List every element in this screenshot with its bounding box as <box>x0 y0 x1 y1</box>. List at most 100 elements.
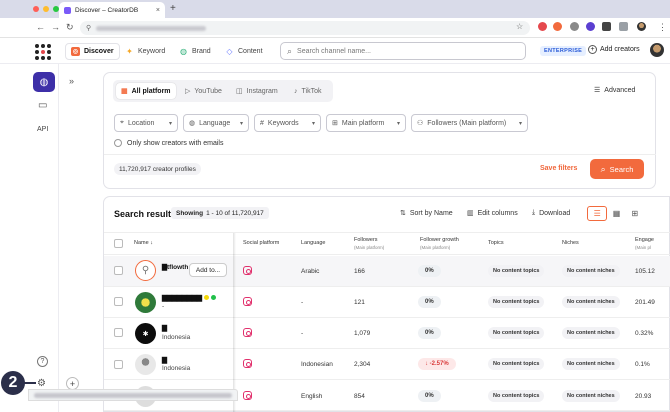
add-to-button[interactable]: Add to... <box>189 263 227 277</box>
search-button[interactable]: ⌕ Search <box>590 159 644 179</box>
creatordb-logo-icon[interactable] <box>35 44 51 60</box>
search-button-label: Search <box>609 164 634 174</box>
back-icon[interactable]: ← <box>36 22 45 32</box>
tab-label: All platform <box>131 87 171 95</box>
select-label: Main platform <box>341 119 385 127</box>
tab-close-icon[interactable]: × <box>156 7 160 14</box>
sticky-column-shadow <box>233 233 236 412</box>
language-select[interactable]: ◍ Language ▾ <box>183 114 249 132</box>
list-view-icon[interactable]: ☰ <box>587 206 608 221</box>
table-view-icon[interactable]: ▦ <box>607 206 625 221</box>
row-checkbox[interactable] <box>114 328 123 337</box>
column-name[interactable]: Name ↓ <box>134 240 153 247</box>
row-checkbox[interactable] <box>114 297 123 306</box>
tab-tiktok[interactable]: ♪ TikTok <box>289 83 326 99</box>
column-social-platform[interactable]: Social platform <box>243 240 279 247</box>
tab-youtube[interactable]: ▷ YouTube <box>180 83 227 99</box>
browser-tab-bar: Discover – CreatorDB × + <box>0 0 670 18</box>
profile-avatar-icon[interactable] <box>637 22 646 31</box>
creator-name[interactable]: ▇ <box>162 356 167 364</box>
sidepanel-icon[interactable] <box>619 22 628 31</box>
avatar[interactable]: ⚲ <box>135 260 156 281</box>
creator-name[interactable]: ▇ <box>162 324 167 332</box>
nav-tab-keyword[interactable]: ✦ Keyword <box>120 43 170 60</box>
extension-icon[interactable] <box>553 22 562 31</box>
extension-icon[interactable] <box>586 22 595 31</box>
tab-all-platform[interactable]: ▦ All platform <box>116 83 176 99</box>
column-follower-growth[interactable]: Follower growth (Main platform) <box>420 237 459 251</box>
avatar[interactable] <box>135 292 156 313</box>
address-bar[interactable]: ⚲ <box>80 21 530 35</box>
language-cell: - <box>301 330 304 337</box>
bookmark-star-icon[interactable]: ☆ <box>516 22 523 31</box>
column-niches[interactable]: Niches <box>562 240 579 247</box>
browser-menu-icon[interactable]: ⋮ <box>658 22 667 33</box>
sort-by-name-button[interactable]: ⇅ Sort by Name <box>400 209 453 218</box>
creator-location: - <box>162 303 165 310</box>
all-platform-icon: ▦ <box>121 88 128 95</box>
folder-icon[interactable]: ▭ <box>38 100 47 111</box>
help-icon[interactable]: ? <box>37 356 48 367</box>
expand-sidebar-icon[interactable]: » <box>69 76 74 86</box>
channel-search-input[interactable]: ⌕ Search channel name... <box>280 42 526 60</box>
select-all-checkbox[interactable] <box>114 239 123 248</box>
minimize-window-icon[interactable] <box>43 6 49 12</box>
brand-icon: ◍ <box>180 47 187 56</box>
user-avatar[interactable] <box>650 43 664 57</box>
keywords-select[interactable]: # Keywords ▾ <box>254 114 321 132</box>
settings-gear-icon[interactable]: ⚙ <box>37 378 46 389</box>
emails-only-option[interactable]: Only show creators with emails <box>114 139 223 147</box>
step-badge: 2 <box>1 371 25 395</box>
main-platform-select[interactable]: ⊞ Main platform ▾ <box>326 114 406 132</box>
site-info-icon[interactable]: ⚲ <box>86 24 91 32</box>
column-topics[interactable]: Topics <box>488 240 504 247</box>
platform-icon: ⊞ <box>332 120 338 127</box>
row-checkbox[interactable] <box>114 360 123 369</box>
engagement-cell: 0.32% <box>635 330 654 337</box>
column-engagement[interactable]: Engage (Main pl <box>635 237 654 251</box>
engagement-cell: 105.12 <box>635 268 655 275</box>
edit-columns-button[interactable]: ▥ Edit columns <box>467 209 518 218</box>
forward-icon[interactable]: → <box>51 22 60 32</box>
avatar[interactable] <box>135 354 156 375</box>
close-window-icon[interactable] <box>33 6 39 12</box>
creator-name[interactable]: ▇tflowth <box>162 263 188 271</box>
api-nav-item[interactable]: API <box>37 126 48 133</box>
creator-name[interactable]: ▇▇▇▇▇▇▇▇ <box>162 294 216 302</box>
followers-select[interactable]: ⚇ Followers (Main platform) ▾ <box>411 114 528 132</box>
extensions-puzzle-icon[interactable] <box>602 22 611 31</box>
location-select[interactable]: ⌖ Location ▾ <box>114 114 178 132</box>
search-icon: ⌕ <box>600 163 606 174</box>
row-checkbox[interactable] <box>114 266 123 275</box>
tab-label: Instagram <box>246 87 278 95</box>
download-label: Download <box>539 209 571 217</box>
save-filters-button[interactable]: Save filters <box>540 165 577 172</box>
tab-instagram[interactable]: ◫ Instagram <box>231 83 283 99</box>
discover-icon: ◎ <box>71 47 80 56</box>
add-creators-button[interactable]: + Add creators <box>588 45 640 54</box>
instagram-icon <box>243 266 252 275</box>
grid-view-icon[interactable]: ⊞ <box>626 206 644 221</box>
download-button[interactable]: ⤓ Download <box>532 209 570 217</box>
advanced-filters-button[interactable]: ☰ Advanced <box>594 86 635 95</box>
browser-tab[interactable]: Discover – CreatorDB × <box>59 2 165 18</box>
new-tab-icon[interactable]: + <box>170 3 176 14</box>
nav-tab-brand[interactable]: ◍ Brand <box>174 43 216 60</box>
extension-icon[interactable] <box>538 22 547 31</box>
column-language[interactable]: Language <box>301 240 325 247</box>
avatar[interactable]: ✱ <box>135 323 156 344</box>
nav-tab-content[interactable]: ◇ Content <box>220 43 268 60</box>
discover-globe-icon[interactable]: ◍ <box>33 72 55 92</box>
reload-icon[interactable]: ↻ <box>66 22 74 33</box>
topics-pill: No content topics <box>488 358 545 370</box>
chevron-down-icon: ▾ <box>311 120 315 127</box>
nav-tab-label: Brand <box>192 48 211 55</box>
nav-tab-discover[interactable]: ◎ Discover <box>65 43 120 60</box>
status-bar-url <box>28 389 238 401</box>
column-followers[interactable]: Followers (Main platform) <box>354 237 384 251</box>
instagram-icon <box>243 391 252 400</box>
emails-only-radio[interactable] <box>114 139 122 147</box>
extension-icon[interactable] <box>570 22 579 31</box>
emails-only-label: Only show creators with emails <box>127 139 224 147</box>
chevron-down-icon: ▾ <box>168 120 172 127</box>
